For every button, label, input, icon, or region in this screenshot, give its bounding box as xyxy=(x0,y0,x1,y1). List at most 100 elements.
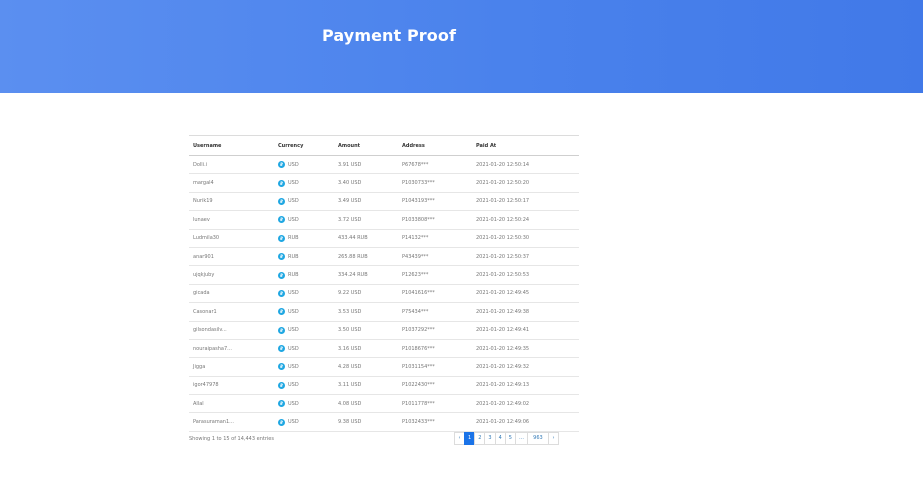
cell-paid-at: 2021-01-20 12:49:45 xyxy=(476,290,530,297)
cell-currency: ₽ USD xyxy=(274,156,334,174)
cell-address: P67678*** xyxy=(402,161,429,168)
currency-coin-icon: ₽ xyxy=(278,381,285,389)
cell-paid-at: 2021-01-20 12:50:24 xyxy=(476,216,530,223)
payment-proof-table-container: Username Currency Amount Address Paid At… xyxy=(189,135,579,432)
cell-username: Casonar1 xyxy=(193,308,217,315)
cell-amount: 265.88 RUB xyxy=(338,253,368,260)
table-row: Parasuraman1... ₽ USD 9.38 USD P1032433*** 20… xyxy=(189,413,579,432)
cell-amount: 3.11 USD xyxy=(338,382,362,389)
cell-currency: ₽ RUB xyxy=(274,266,334,284)
cell-username: ujqkjuby xyxy=(193,272,215,279)
cell-address: P1033808*** xyxy=(402,216,435,223)
currency-code: USD xyxy=(288,345,299,352)
cell-currency: ₽ USD xyxy=(274,376,334,394)
cell-currency: ₽ USD xyxy=(274,395,334,413)
table-row: margal4 ₽ USD 3.40 USD P1030733*** 2021-01-20… xyxy=(189,174,579,193)
currency-code: USD xyxy=(288,198,299,205)
column-header-address[interactable]: Address xyxy=(398,136,472,156)
next-page-button[interactable]: › xyxy=(547,432,559,445)
cell-username: Parasuraman1... xyxy=(193,419,234,426)
column-header-paid-at[interactable]: Paid At xyxy=(472,136,579,156)
currency-coin-icon: ₽ xyxy=(278,253,285,261)
cell-currency: ₽ USD xyxy=(274,303,334,321)
currency-code: USD xyxy=(288,327,299,334)
cell-address: P1043193*** xyxy=(402,198,435,205)
cell-paid-at: 2021-01-20 12:50:20 xyxy=(476,180,530,187)
cell-paid-at: 2021-01-20 12:49:02 xyxy=(476,400,530,407)
cell-address: P1022430*** xyxy=(402,382,435,389)
currency-badge: ₽ RUB xyxy=(278,253,299,261)
cell-username: anar901 xyxy=(193,253,214,260)
currency-badge: ₽ RUB xyxy=(278,271,299,279)
cell-paid-at: 2021-01-20 12:49:38 xyxy=(476,308,530,315)
cell-address: P14132*** xyxy=(402,235,429,242)
currency-badge: ₽ USD xyxy=(278,179,299,187)
page-button-963[interactable]: 963 xyxy=(526,432,549,445)
currency-code: USD xyxy=(288,308,299,315)
cell-address: P1037292*** xyxy=(402,327,435,334)
cell-username: Nurik19 xyxy=(193,198,213,205)
cell-currency: ₽ USD xyxy=(274,211,334,229)
table-row: Dolli.i ₽ USD 3.91 USD P67678*** 2021-01-20 1… xyxy=(189,156,579,174)
currency-badge: ₽ RUB xyxy=(278,234,299,242)
cell-currency: ₽ USD xyxy=(274,358,334,376)
cell-address: P75434*** xyxy=(402,308,429,315)
cell-username: Dolli.i xyxy=(193,161,208,168)
cell-username: gicada xyxy=(193,290,210,297)
table-row: gilsondasilv... ₽ USD 3.50 USD P1037292*** 20… xyxy=(189,321,579,340)
cell-paid-at: 2021-01-20 12:50:17 xyxy=(476,198,530,205)
cell-paid-at: 2021-01-20 12:49:13 xyxy=(476,382,530,389)
cell-address: P43439*** xyxy=(402,253,429,260)
cell-amount: 3.16 USD xyxy=(338,345,362,352)
cell-paid-at: 2021-01-20 12:49:06 xyxy=(476,419,530,426)
column-header-currency[interactable]: Currency xyxy=(274,136,334,156)
currency-badge: ₽ USD xyxy=(278,345,299,353)
currency-badge: ₽ USD xyxy=(278,326,299,334)
payment-proof-table: Username Currency Amount Address Paid At… xyxy=(189,135,579,432)
cell-amount: 334.24 RUB xyxy=(338,272,368,279)
cell-username: gilsondasilv... xyxy=(193,327,227,334)
currency-coin-icon: ₽ xyxy=(278,308,285,316)
currency-badge: ₽ USD xyxy=(278,216,299,224)
column-header-amount[interactable]: Amount xyxy=(334,136,398,156)
table-row: ujqkjuby ₽ RUB 334.24 RUB P12623*** 2021-01-2… xyxy=(189,266,579,285)
cell-username: Jigga xyxy=(193,363,206,370)
cell-username: igor47978 xyxy=(193,382,219,389)
cell-address: P1018676*** xyxy=(402,345,435,352)
cell-amount: 433.44 RUB xyxy=(338,235,368,242)
table-row: Casonar1 ₽ USD 3.53 USD P75434*** 2021-01-20 … xyxy=(189,303,579,322)
cell-paid-at: 2021-01-20 12:50:53 xyxy=(476,272,530,279)
cell-amount: 3.40 USD xyxy=(338,180,362,187)
cell-username: nouraipasha7... xyxy=(193,345,232,352)
cell-address: P1030733*** xyxy=(402,180,435,187)
cell-currency: ₽ USD xyxy=(274,192,334,210)
cell-username: margal4 xyxy=(193,180,214,187)
cell-username: lunaev xyxy=(193,216,210,223)
currency-code: USD xyxy=(288,161,299,168)
cell-amount: 3.72 USD xyxy=(338,216,362,223)
cell-paid-at: 2021-01-20 12:50:30 xyxy=(476,235,530,242)
cell-paid-at: 2021-01-20 12:49:35 xyxy=(476,345,530,352)
cell-paid-at: 2021-01-20 12:49:32 xyxy=(476,363,530,370)
table-row: Allal ₽ USD 4.08 USD P1011778*** 2021-01-20 1… xyxy=(189,395,579,413)
currency-badge: ₽ USD xyxy=(278,289,299,297)
cell-currency: ₽ USD xyxy=(274,174,334,192)
cell-address: P1031154*** xyxy=(402,363,435,370)
cell-username: Ludmila30 xyxy=(193,235,220,242)
cell-amount: 9.38 USD xyxy=(338,419,362,426)
cell-address: P1032433*** xyxy=(402,419,435,426)
cell-currency: ₽ USD xyxy=(274,339,334,357)
currency-coin-icon: ₽ xyxy=(278,326,285,334)
table-header-row: Username Currency Amount Address Paid At xyxy=(189,135,579,156)
currency-badge: ₽ USD xyxy=(278,161,299,169)
currency-code: USD xyxy=(288,419,299,426)
cell-currency: ₽ RUB xyxy=(274,247,334,265)
currency-coin-icon: ₽ xyxy=(278,400,285,408)
currency-code: RUB xyxy=(288,253,299,260)
currency-badge: ₽ USD xyxy=(278,400,299,408)
currency-coin-icon: ₽ xyxy=(278,289,285,297)
table-row: Nurik19 ₽ USD 3.49 USD P1043193*** 2021-01-20… xyxy=(189,192,579,211)
currency-badge: ₽ USD xyxy=(278,197,299,205)
column-header-username[interactable]: Username xyxy=(189,136,274,156)
currency-coin-icon: ₽ xyxy=(278,161,285,169)
